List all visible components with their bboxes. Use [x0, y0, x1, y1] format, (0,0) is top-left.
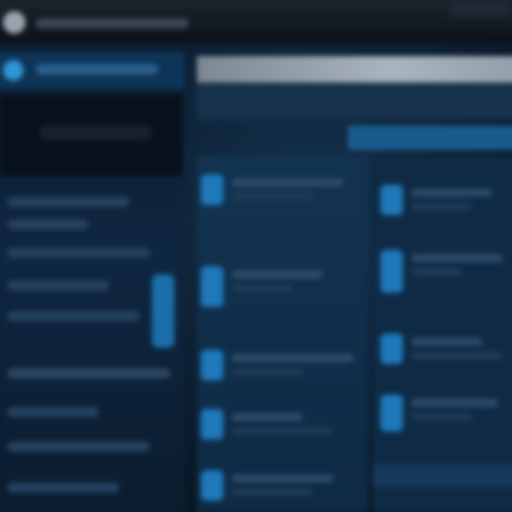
list-item-icon: [200, 470, 224, 501]
title-bar: [0, 0, 512, 44]
sidebar-item[interactable]: [7, 311, 140, 322]
sidebar-section: [0, 94, 183, 177]
list-column-right: [372, 156, 512, 512]
list-item[interactable]: [376, 387, 512, 434]
list-item-subtitle: [411, 413, 473, 421]
sidebar-item[interactable]: [7, 196, 130, 208]
list-item[interactable]: [376, 242, 512, 293]
scroll-indicator[interactable]: [151, 274, 175, 348]
sidebar-item[interactable]: [7, 441, 150, 452]
sidebar-item[interactable]: [7, 219, 89, 230]
status-strip: [372, 464, 512, 487]
list-item-title: [411, 337, 483, 346]
selected-tab[interactable]: [347, 125, 512, 150]
list-item-subtitle: [231, 427, 334, 435]
list-item[interactable]: [197, 258, 368, 307]
sidebar: [0, 43, 185, 512]
list-item[interactable]: [376, 176, 512, 223]
list-item-icon: [380, 184, 403, 216]
list-item[interactable]: [197, 401, 368, 448]
list-item-title: [231, 270, 324, 279]
sidebar-item[interactable]: [7, 280, 110, 291]
list-item-icon: [200, 349, 224, 381]
sidebar-item[interactable]: [7, 247, 150, 259]
list-item-title: [231, 413, 303, 422]
sidebar-item-label: [35, 64, 159, 75]
list-item-subtitle: [231, 368, 303, 376]
list-item-subtitle: [231, 192, 314, 200]
list-item-subtitle: [231, 488, 314, 496]
list-item-title: [231, 353, 354, 363]
list-item-title: [411, 253, 503, 263]
list-item-title: [231, 474, 334, 483]
list-item-icon: [200, 266, 224, 307]
list-item-title: [231, 178, 344, 187]
list-item-subtitle: [411, 351, 503, 360]
list-item[interactable]: [197, 342, 368, 389]
nav-item-icon: [3, 60, 24, 81]
list-item-icon: [380, 333, 403, 365]
app-window: [0, 0, 512, 512]
sidebar-section-label: [39, 125, 152, 140]
list-item[interactable]: [197, 462, 368, 509]
sidebar-item-active[interactable]: [0, 52, 185, 89]
list-item-icon: [200, 174, 224, 205]
list-item-subtitle: [231, 284, 293, 292]
list-item-icon: [380, 394, 403, 432]
main-panel: [189, 44, 512, 512]
list-item-icon: [200, 409, 224, 440]
sidebar-item[interactable]: [7, 482, 120, 493]
app-icon[interactable]: [3, 11, 26, 34]
list-column-left: [196, 156, 369, 512]
toolbar: [196, 56, 512, 83]
list-item-title: [411, 188, 493, 197]
list-item-subtitle: [411, 268, 463, 276]
window-title-placeholder: [35, 18, 189, 29]
list-item[interactable]: [376, 325, 512, 372]
sidebar-item[interactable]: [7, 406, 99, 418]
list-item-subtitle: [411, 202, 473, 211]
list-item-title: [411, 398, 498, 407]
sub-toolbar: [196, 82, 512, 120]
list-item-icon: [380, 249, 403, 293]
sidebar-item[interactable]: [7, 368, 171, 379]
window-controls[interactable]: [449, 1, 511, 18]
list-item[interactable]: [197, 166, 368, 213]
